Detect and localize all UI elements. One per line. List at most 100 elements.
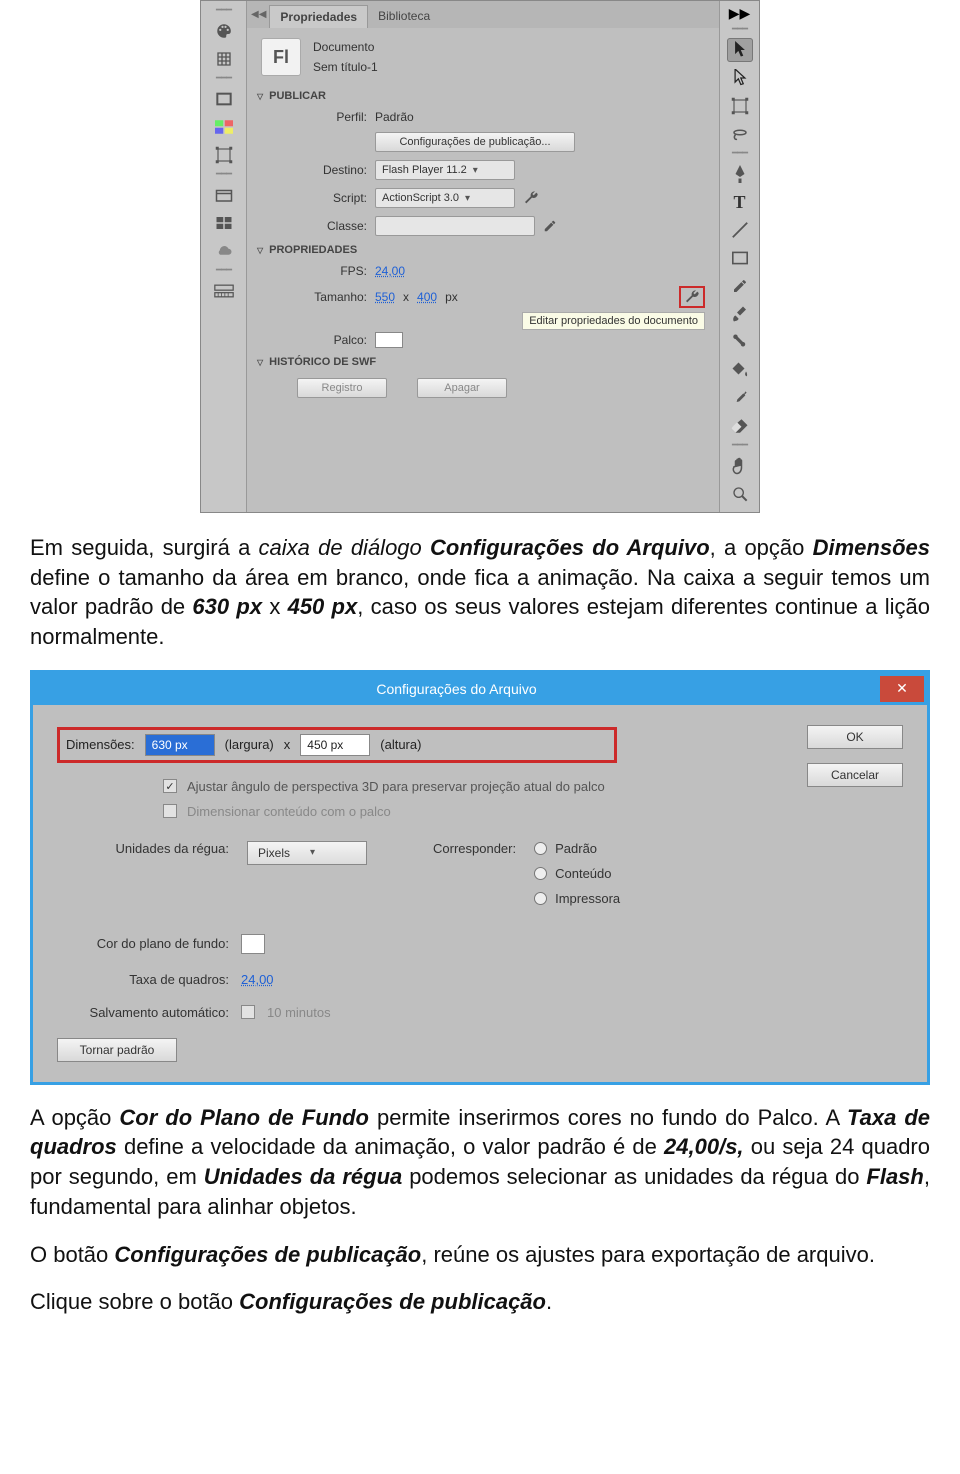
text-strong-em: Configurações do Arquivo (430, 535, 710, 560)
section-publish-label: PUBLICAR (269, 90, 326, 102)
match-content-radio[interactable] (534, 867, 547, 880)
adjust-3d-checkbox[interactable]: ✓ (163, 779, 177, 793)
text: , reúne os ajustes para exportação de ar… (421, 1242, 875, 1267)
eyedropper-tool-icon[interactable] (727, 386, 753, 410)
zoom-tool-icon[interactable] (727, 482, 753, 506)
collapse-right-icon[interactable]: ▶▶ (729, 5, 751, 22)
text: Clique sobre o botão (30, 1289, 239, 1314)
timeline-tool-icon[interactable] (211, 279, 237, 303)
ok-button[interactable]: OK (807, 725, 903, 749)
section-publish[interactable]: ▽ PUBLICAR (247, 86, 719, 106)
match-printer-radio[interactable] (534, 892, 547, 905)
eraser-tool-icon[interactable] (727, 414, 753, 438)
history-log-button[interactable]: Registro (297, 378, 387, 398)
tab-properties[interactable]: Propriedades (269, 5, 368, 28)
hand-tool-icon[interactable] (727, 454, 753, 478)
ruler-units-dropdown[interactable]: Pixels (247, 841, 367, 865)
close-button[interactable]: ✕ (880, 676, 924, 702)
collapse-triangle-icon: ▽ (257, 92, 263, 101)
freetransform-tool-icon[interactable] (211, 143, 237, 167)
flash-properties-panel: ━━━ ━━━ ━━━ (200, 0, 760, 513)
library-tool-icon[interactable] (211, 183, 237, 207)
stage-color-swatch[interactable] (375, 332, 403, 348)
stage-label: Palco: (297, 333, 367, 347)
match-default-label: Padrão (555, 841, 597, 856)
make-default-button[interactable]: Tornar padrão (57, 1038, 177, 1062)
fps-value[interactable]: 24,00 (375, 264, 405, 278)
paragraph-4: Clique sobre o botão Configurações de pu… (30, 1287, 930, 1317)
history-clear-button[interactable]: Apagar (417, 378, 507, 398)
match-label: Corresponder: (433, 841, 516, 856)
subselection-tool-icon[interactable] (727, 66, 753, 90)
section-properties[interactable]: ▽ PROPRIEDADES (247, 240, 719, 260)
tab-library[interactable]: Biblioteca (368, 5, 440, 28)
freetransform-icon[interactable] (727, 94, 753, 118)
paragraph-3: O botão Configurações de publicação, reú… (30, 1240, 930, 1270)
grid-tool-icon[interactable] (211, 47, 237, 71)
destination-dropdown[interactable]: Flash Player 11.2 (375, 160, 515, 180)
scale-content-checkbox[interactable] (163, 804, 177, 818)
grip-icon: ━━━ (216, 76, 231, 82)
section-swf-history[interactable]: ▽ HISTÓRICO DE SWF (247, 352, 719, 372)
shape-tool-icon[interactable] (727, 246, 753, 270)
swatches-tool-icon[interactable] (211, 115, 237, 139)
grip-icon: ━━━ (216, 268, 231, 274)
bone-tool-icon[interactable] (727, 330, 753, 354)
grip-icon: ━━━ (732, 443, 747, 449)
text-tool-icon[interactable]: T (727, 190, 753, 214)
cloud-tool-icon[interactable] (211, 239, 237, 263)
grip-icon: ━━━ (216, 172, 231, 178)
right-toolbar: ▶▶ ━━━ ━━━ T (719, 1, 759, 512)
doc-name-label: Sem título-1 (313, 60, 378, 74)
text: x (262, 594, 288, 619)
autosave-checkbox[interactable] (241, 1005, 255, 1019)
size-height[interactable]: 400 (417, 290, 437, 304)
bgcolor-swatch[interactable] (241, 934, 265, 954)
selection-tool-icon[interactable] (727, 38, 753, 62)
wrench-icon[interactable] (523, 190, 539, 206)
match-default-radio[interactable] (534, 842, 547, 855)
fps-label: FPS: (297, 264, 367, 278)
palette-tool-icon[interactable] (211, 19, 237, 43)
text-strong-em: 630 px (192, 594, 262, 619)
text-strong-em: Flash (866, 1164, 923, 1189)
text: podemos selecionar as unidades da régua … (402, 1164, 866, 1189)
cancel-button[interactable]: Cancelar (807, 763, 903, 787)
script-dropdown[interactable]: ActionScript 3.0 (375, 188, 515, 208)
profile-value: Padrão (375, 110, 414, 124)
pencil-icon[interactable] (543, 219, 557, 233)
class-label: Classe: (297, 219, 367, 233)
text (422, 535, 430, 560)
edit-doc-props-button[interactable] (679, 286, 705, 308)
dialog-titlebar[interactable]: Configurações do Arquivo ✕ (33, 673, 927, 705)
text-strong-em: Configurações de publicação (239, 1289, 546, 1314)
pencil-tool-icon[interactable] (727, 274, 753, 298)
text-strong-em: Cor do Plano de Fundo (119, 1105, 369, 1130)
width-input[interactable]: 630 px (145, 734, 215, 756)
class-input[interactable] (375, 216, 535, 236)
paragraph-2: A opção Cor do Plano de Fundo permite in… (30, 1103, 930, 1222)
lasso-tool-icon[interactable] (727, 122, 753, 146)
destination-label: Destino: (297, 163, 367, 177)
collapse-left-icon[interactable]: ◀◀ (251, 5, 269, 28)
adjust-3d-label: Ajustar ângulo de perspectiva 3D para pr… (187, 779, 605, 794)
framerate-value[interactable]: 24,00 (241, 972, 274, 987)
paint-bucket-tool-icon[interactable] (727, 358, 753, 382)
text: permite inserirmos cores no fundo do Pal… (369, 1105, 847, 1130)
brush-tool-icon[interactable] (727, 302, 753, 326)
rect-tool-icon[interactable] (211, 87, 237, 111)
match-content-label: Conteúdo (555, 866, 611, 881)
text: . (546, 1289, 552, 1314)
line-tool-icon[interactable] (727, 218, 753, 242)
bgcolor-label: Cor do plano de fundo: (75, 936, 229, 951)
size-width[interactable]: 550 (375, 290, 395, 304)
wrench-tooltip: Editar propriedades do documento (522, 312, 705, 330)
publish-settings-button[interactable]: Configurações de publicação... (375, 132, 575, 152)
components-tool-icon[interactable] (211, 211, 237, 235)
dimensions-row: Dimensões: 630 px (largura) x 450 px (al… (57, 727, 617, 763)
text: O botão (30, 1242, 114, 1267)
scale-content-label: Dimensionar conteúdo com o palco (187, 804, 391, 819)
pen-tool-icon[interactable] (727, 162, 753, 186)
height-input[interactable]: 450 px (300, 734, 370, 756)
dimensions-label: Dimensões: (66, 737, 135, 752)
